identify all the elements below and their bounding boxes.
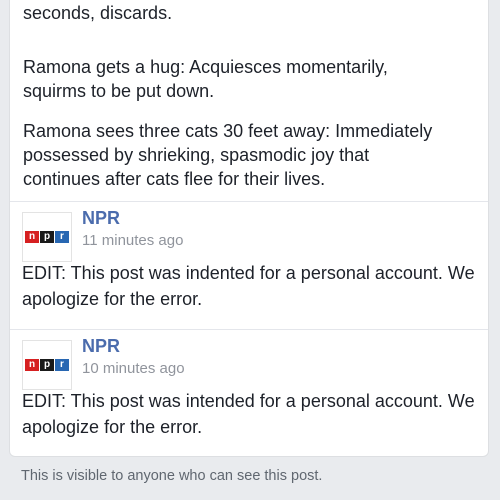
comment-timestamp[interactable]: 10 minutes ago xyxy=(82,360,185,377)
npr-logo-letter-n: n xyxy=(25,359,39,371)
comment-item: n p r NPR 10 minutes ago EDIT: This post… xyxy=(10,329,488,458)
comment-item: n p r NPR 11 minutes ago EDIT: This post… xyxy=(10,201,488,330)
npr-logo-letter-p: p xyxy=(40,359,54,371)
privacy-notice: This is visible to anyone who can see th… xyxy=(21,468,323,484)
post-text-paragraph: Ramona gets a hug: Acquiesces momentaril… xyxy=(23,57,388,101)
comment-author-link[interactable]: NPR xyxy=(82,208,120,229)
comment-text: EDIT: This post was intended for a perso… xyxy=(22,391,475,437)
comment-text: EDIT: This post was indented for a perso… xyxy=(22,263,475,309)
npr-logo-letter-n: n xyxy=(25,231,39,243)
npr-logo-letter-r: r xyxy=(55,231,69,243)
post-text-paragraph: seconds, discards. xyxy=(23,3,173,23)
comment-timestamp[interactable]: 11 minutes ago xyxy=(82,232,183,249)
post-card: seconds, discards. Ramona gets a hug: Ac… xyxy=(9,0,489,457)
post-text-paragraph: Ramona sees three cats 30 feet away: Imm… xyxy=(23,121,433,189)
comment-author-link[interactable]: NPR xyxy=(82,336,120,357)
npr-logo-avatar[interactable]: n p r xyxy=(22,340,72,390)
npr-logo-avatar[interactable]: n p r xyxy=(22,212,72,262)
npr-logo-letter-p: p xyxy=(40,231,54,243)
npr-logo-letter-r: r xyxy=(55,359,69,371)
